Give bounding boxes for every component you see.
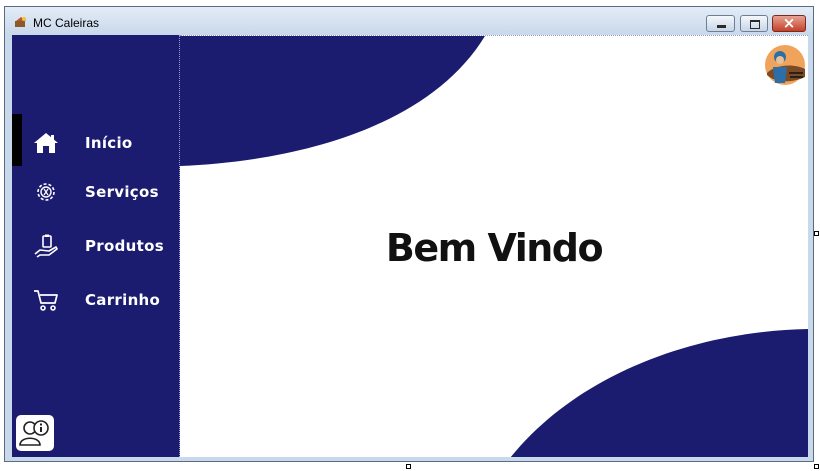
app-window: MC Caleiras × Início Serviços Produtos C… xyxy=(4,6,814,462)
product-hand-icon xyxy=(34,234,58,258)
close-icon: × xyxy=(782,14,796,32)
minimize-button[interactable] xyxy=(706,15,735,32)
cart-icon xyxy=(34,290,58,311)
help-button[interactable] xyxy=(16,415,54,451)
welcome-heading: Bem Vindo xyxy=(385,226,604,270)
maximize-button[interactable] xyxy=(740,15,768,32)
nav-label-carrinho: Carrinho xyxy=(85,291,161,309)
gear-icon xyxy=(37,183,55,201)
home-icon xyxy=(34,133,58,153)
resize-handle-right[interactable] xyxy=(814,231,819,236)
app-icon xyxy=(15,17,26,27)
nav-item-inicio[interactable]: Início xyxy=(12,123,180,163)
user-info-icon xyxy=(19,420,49,446)
main-content: Bem Vindo xyxy=(180,35,808,457)
worker-logo xyxy=(765,45,805,85)
sidebar: Início Serviços Produtos Carrinho xyxy=(12,35,180,457)
close-button[interactable]: × xyxy=(772,14,806,32)
resize-handle-corner[interactable] xyxy=(814,464,819,469)
window-title: MC Caleiras xyxy=(33,16,100,30)
title-bar[interactable]: MC Caleiras × xyxy=(5,7,813,35)
nav-label-produtos: Produtos xyxy=(85,237,164,255)
nav-item-produtos[interactable]: Produtos xyxy=(12,226,180,266)
nav-item-carrinho[interactable]: Carrinho xyxy=(12,280,180,320)
nav-item-servicos[interactable]: Serviços xyxy=(12,172,180,212)
nav-label-servicos: Serviços xyxy=(85,183,159,201)
client-area: Início Serviços Produtos Carrinho Bem Vi… xyxy=(12,35,808,457)
minimize-icon xyxy=(717,25,726,28)
maximize-icon xyxy=(750,20,760,29)
nav-label-inicio: Início xyxy=(85,134,133,152)
resize-handle-bottom[interactable] xyxy=(406,464,411,469)
